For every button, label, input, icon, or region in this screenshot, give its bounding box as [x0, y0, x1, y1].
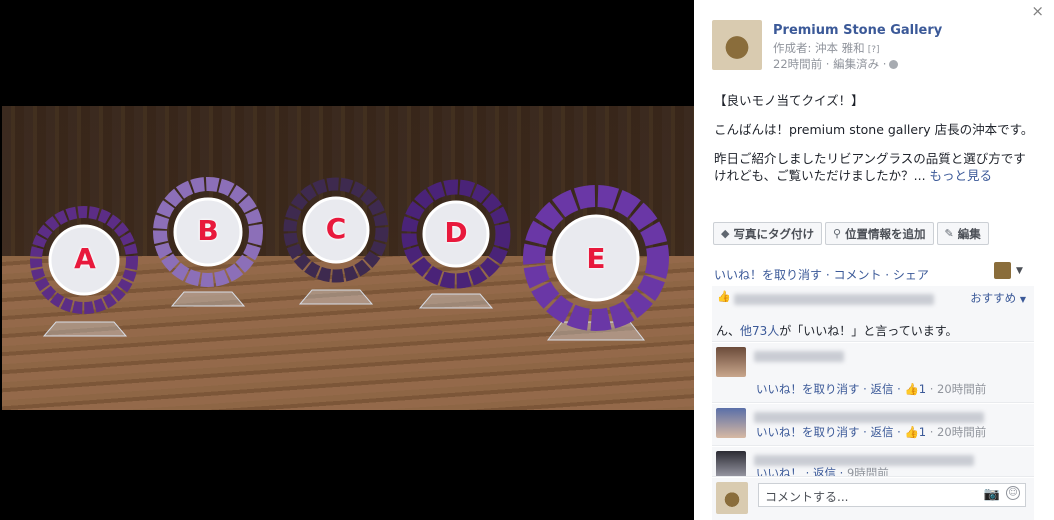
comment-action-links[interactable]: いいね！を取り消す · 返信 ·: [756, 425, 901, 439]
comment-time[interactable]: · 20時間前: [930, 425, 986, 439]
bracelet-c: C: [278, 172, 394, 312]
commenter-avatar[interactable]: [716, 451, 746, 476]
commenter-avatar[interactable]: [716, 347, 746, 377]
add-location-label: 位置情報を追加: [845, 226, 926, 241]
thumbs-up-icon: 👍: [717, 290, 731, 303]
add-location-button[interactable]: ⚲ 位置情報を追加: [824, 222, 934, 245]
post-timestamp[interactable]: 22時間前 · 編集済み ·: [773, 57, 886, 71]
bracelet-a: A: [26, 202, 144, 342]
commenter-avatar[interactable]: [716, 408, 746, 438]
privacy-globe-icon[interactable]: [889, 60, 899, 69]
thumbs-up-icon: 👍: [904, 382, 919, 396]
bracelet-b: B: [148, 174, 268, 314]
comment-actions: いいね！を取り消す · 返信 · 👍1 · 20時間前: [756, 424, 986, 440]
help-mark[interactable]: [?]: [868, 45, 880, 55]
camera-icon[interactable]: 📷: [984, 487, 1000, 502]
post-author-line: 作成者: 沖本 雅和 [?]: [773, 40, 880, 56]
comment-like-count[interactable]: 1: [919, 425, 926, 439]
post-line-title: 【良いモノ当てクイズ！】: [714, 93, 864, 108]
bracelet-letter-a: A: [74, 242, 96, 275]
viewer-avatar-small[interactable]: [994, 262, 1011, 279]
location-pin-icon: ⚲: [832, 227, 842, 240]
pencil-icon: ✎: [944, 227, 954, 240]
comment-time[interactable]: · 20時間前: [930, 382, 986, 396]
likes-count-text: ん、他73人が「いいね！」と言っています。: [716, 322, 958, 339]
chevron-down-icon: ▼: [1019, 295, 1026, 304]
page-avatar[interactable]: [712, 20, 762, 70]
edit-label: 編集: [957, 226, 981, 241]
sort-comments-dropdown[interactable]: おすすめ ▼: [970, 290, 1026, 306]
bracelet-letter-e: E: [586, 242, 606, 275]
post-message: 【良いモノ当てクイズ！】 こんばんは！premium stone gallery…: [714, 92, 1034, 196]
likes-others-link[interactable]: 他73人: [740, 324, 779, 338]
photo-viewer: A B C D E: [0, 0, 694, 520]
comment-actions: いいね！を取り消す · 返信 · 👍1 · 20時間前: [756, 381, 986, 397]
likes-text-prefix: ん、: [716, 324, 741, 338]
bracelet-letter-d: D: [444, 216, 468, 249]
emoji-smile-icon[interactable]: ☺: [1006, 486, 1020, 500]
liker-names-blurred: [734, 292, 952, 306]
comment-composer: コメントする... 📷 ☺: [712, 478, 1034, 520]
photo-actions: ◆ 写真にタグ付け ⚲ 位置情報を追加 ✎ 編集: [713, 222, 989, 245]
comment-actions: いいね！ · 返信 · 9時間前: [756, 465, 889, 476]
post-side-panel: × Premium Stone Gallery 作成者: 沖本 雅和 [?] 22…: [694, 0, 1054, 520]
viewer-avatar: [716, 482, 748, 514]
bracelet-letter-c: C: [325, 212, 347, 245]
post-line-greeting: こんばんは！premium stone gallery 店長の沖本です。: [714, 122, 1034, 137]
comment-action-links[interactable]: いいね！ · 返信 ·: [756, 466, 843, 476]
comment-item: いいね！を取り消す · 返信 · 👍1 · 20時間前: [712, 343, 1034, 403]
tag-photo-button[interactable]: ◆ 写真にタグ付け: [713, 222, 822, 245]
bracelet-d: D: [396, 176, 516, 316]
edit-button[interactable]: ✎ 編集: [936, 222, 989, 245]
post-author[interactable]: 作成者: 沖本 雅和: [773, 41, 865, 55]
thumbs-up-icon: 👍: [904, 425, 919, 439]
comment-like-count[interactable]: 1: [919, 382, 926, 396]
sort-label: おすすめ: [970, 291, 1017, 305]
likes-text-suffix: が「いいね！」と言っています。: [779, 324, 958, 338]
unlike-comment-share-links[interactable]: いいね！を取り消す · コメント · シェア: [714, 266, 929, 283]
comment-action-links[interactable]: いいね！を取り消す · 返信 ·: [756, 382, 901, 396]
post-photo[interactable]: A B C D E: [2, 106, 694, 410]
bracelet-e: E: [516, 182, 676, 346]
comment-item: いいね！ · 返信 · 9時間前: [712, 447, 1034, 477]
bracelet-letter-b: B: [197, 214, 219, 247]
comment-text-blurred: [754, 349, 844, 363]
close-icon[interactable]: ×: [1031, 2, 1044, 20]
chevron-down-icon[interactable]: ▼: [1016, 266, 1023, 276]
post-timestamp-line: 22時間前 · 編集済み ·: [773, 56, 899, 72]
page-name-link[interactable]: Premium Stone Gallery: [773, 23, 942, 38]
comment-text-blurred: [754, 410, 984, 424]
likes-summary: 👍 おすすめ ▼ ん、他73人が「いいね！」と言っています。: [712, 286, 1034, 342]
tag-icon: ◆: [721, 227, 730, 240]
tag-photo-label: 写真にタグ付け: [733, 226, 814, 241]
comment-time[interactable]: 9時間前: [847, 466, 889, 476]
see-more-link[interactable]: もっと見る: [930, 168, 993, 183]
post-line-body: 昨日ご紹介しましたリビアングラスの品質と選び方ですけれども、ご覧いただけましたか…: [714, 150, 1034, 184]
comment-item: いいね！を取り消す · 返信 · 👍1 · 20時間前: [712, 404, 1034, 446]
